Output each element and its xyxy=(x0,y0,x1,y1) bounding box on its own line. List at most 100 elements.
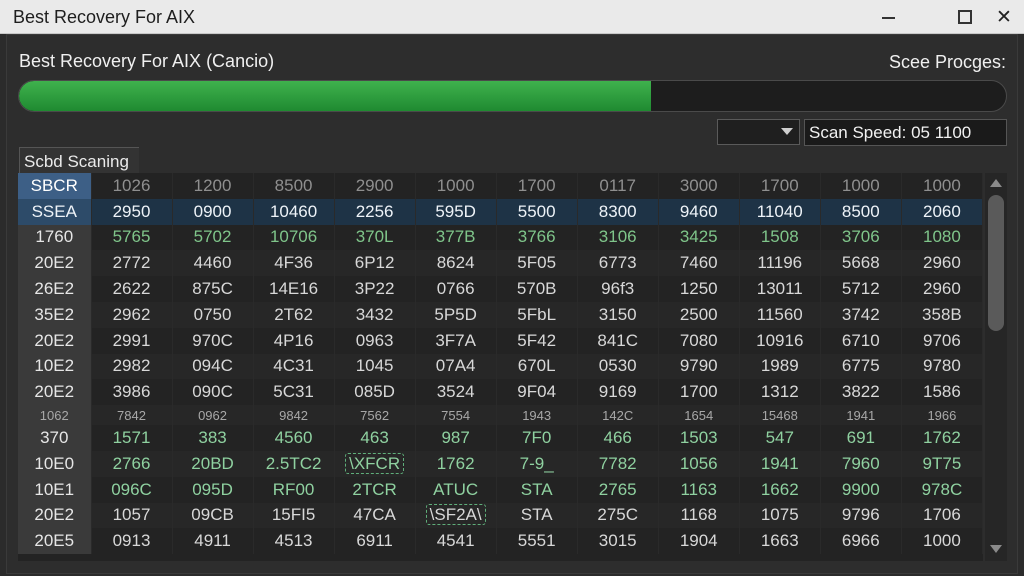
table-row[interactable]: 10E1 096C 095D RF00 2TCR ATUC STA 2765 1163 1662 9… xyxy=(18,476,983,503)
table-cell[interactable]: 1762 xyxy=(415,450,497,477)
table-cell[interactable]: 1163 xyxy=(658,476,740,503)
table-cell[interactable]: 1508 xyxy=(739,224,821,251)
table-cell[interactable]: 1762 xyxy=(901,425,983,451)
table-cell[interactable]: 2.5TC2 xyxy=(253,450,335,477)
table-cell[interactable]: 9706 xyxy=(901,327,983,354)
table-cell[interactable]: 15468 xyxy=(739,405,821,426)
table-cell[interactable]: 978C xyxy=(901,476,983,503)
table-cell[interactable]: 4C31 xyxy=(253,353,335,380)
table-cell[interactable]: 1966 xyxy=(901,405,983,426)
table-cell[interactable]: 1075 xyxy=(739,502,821,529)
table-cell[interactable]: 6710 xyxy=(820,327,902,354)
row-header-cell[interactable]: 26E2 xyxy=(18,276,92,302)
table-cell[interactable]: 1663 xyxy=(739,528,821,555)
table-cell[interactable]: 10460 xyxy=(253,198,335,225)
table-cell[interactable]: 9796 xyxy=(820,502,902,529)
row-header-cell[interactable]: SBCR xyxy=(18,173,92,199)
table-cell[interactable]: 9F04 xyxy=(496,379,578,406)
table-row[interactable]: 35E2 2962 0750 2T62 3432 5P5D 5FbL 3150 2500 1156… xyxy=(18,301,983,328)
table-cell[interactable]: 1654 xyxy=(658,405,740,426)
table-cell[interactable]: 4P16 xyxy=(253,327,335,354)
table-cell[interactable]: 1057 xyxy=(91,502,173,529)
row-header-cell[interactable]: 35E2 xyxy=(18,301,92,328)
table-cell[interactable]: 11040 xyxy=(739,198,821,225)
table-cell[interactable]: 370L xyxy=(334,224,416,251)
table-row[interactable]: 1760 5765 5702 10706 370L 377B 3766 3106 3425 150… xyxy=(18,224,983,251)
table-row[interactable]: 370 1571 383 4560 463 987 7F0 466 1503 547 691 1762 xyxy=(18,425,983,451)
table-cell[interactable]: 1080 xyxy=(901,224,983,251)
section-tab-label[interactable]: Scbd Scaning xyxy=(19,147,139,173)
table-cell[interactable]: 1000 xyxy=(415,173,497,199)
table-row[interactable]: 20E5 0913 4911 4513 6911 4541 5551 3015 1904 1663… xyxy=(18,528,983,555)
table-cell[interactable]: 4911 xyxy=(172,528,254,555)
table-cell[interactable]: 1045 xyxy=(334,353,416,380)
table-cell[interactable]: 9900 xyxy=(820,476,902,503)
table-cell[interactable]: 15FI5 xyxy=(253,502,335,529)
table-cell[interactable]: 1000 xyxy=(901,173,983,199)
table-cell[interactable]: 8500 xyxy=(820,198,902,225)
row-header-cell[interactable]: 10E2 xyxy=(18,353,92,380)
table-cell[interactable]: 1989 xyxy=(739,353,821,380)
table-cell[interactable]: 970C xyxy=(172,327,254,354)
table-cell[interactable]: 570B xyxy=(496,276,578,302)
table-cell[interactable]: 0913 xyxy=(91,528,173,555)
table-cell[interactable]: 085D xyxy=(334,379,416,406)
table-cell[interactable]: 1706 xyxy=(901,502,983,529)
table-cell[interactable]: 2T62 xyxy=(253,301,335,328)
table-cell[interactable]: 670L xyxy=(496,353,578,380)
table-row[interactable]: 10E2 2982 094C 4C31 1045 07A4 670L 0530 9790 1989… xyxy=(18,353,983,380)
table-cell[interactable]: 9842 xyxy=(253,405,335,426)
table-cell[interactable]: 7960 xyxy=(820,450,902,477)
table-cell[interactable]: 142C xyxy=(577,405,659,426)
row-header-cell[interactable]: 1760 xyxy=(18,224,92,251)
table-cell[interactable]: 6P12 xyxy=(334,250,416,277)
table-cell[interactable]: 5551 xyxy=(496,528,578,555)
table-cell[interactable]: 0900 xyxy=(172,198,254,225)
scan-data-grid[interactable]: SBCR 1026 1200 8500 2900 1000 1700 0117 3000 1700… xyxy=(18,173,983,561)
table-cell[interactable]: 466 xyxy=(577,425,659,451)
speed-dropdown[interactable] xyxy=(717,119,800,145)
table-cell[interactable]: 13011 xyxy=(739,276,821,302)
vertical-scrollbar[interactable] xyxy=(985,173,1007,561)
table-cell[interactable]: 463 xyxy=(334,425,416,451)
table-cell[interactable]: 2622 xyxy=(91,276,173,302)
table-cell[interactable]: 7842 xyxy=(91,405,173,426)
table-cell[interactable]: 2960 xyxy=(901,250,983,277)
table-cell[interactable]: 2772 xyxy=(91,250,173,277)
table-cell[interactable]: 20BD xyxy=(172,450,254,477)
table-cell[interactable]: 3706 xyxy=(820,224,902,251)
table-cell[interactable]: 1662 xyxy=(739,476,821,503)
table-cell[interactable]: 5F05 xyxy=(496,250,578,277)
table-cell[interactable]: STA xyxy=(496,502,578,529)
table-cell[interactable]: 2982 xyxy=(91,353,173,380)
table-cell[interactable]: 1312 xyxy=(739,379,821,406)
table-cell[interactable]: 6911 xyxy=(334,528,416,555)
row-header-cell[interactable]: 20E2 xyxy=(18,502,92,529)
table-cell[interactable]: 1503 xyxy=(658,425,740,451)
table-cell[interactable]: 11196 xyxy=(739,250,821,277)
table-cell[interactable]: 3524 xyxy=(415,379,497,406)
table-cell[interactable]: 1700 xyxy=(496,173,578,199)
scrollbar-thumb[interactable] xyxy=(988,195,1004,331)
table-cell[interactable]: 3106 xyxy=(577,224,659,251)
table-cell[interactable]: 4F36 xyxy=(253,250,335,277)
row-header-cell[interactable]: 20E2 xyxy=(18,379,92,406)
table-row[interactable]: 20E2 2991 970C 4P16 0963 3F7A 5F42 841C 7080 1091… xyxy=(18,327,983,354)
table-row[interactable]: 26E2 2622 875C 14E16 3P22 0766 570B 96f3 1250 130… xyxy=(18,276,983,302)
table-cell[interactable]: 7080 xyxy=(658,327,740,354)
table-cell[interactable]: 0530 xyxy=(577,353,659,380)
row-header-cell[interactable]: 10E1 xyxy=(18,476,92,503)
table-cell[interactable]: ATUC xyxy=(415,476,497,503)
table-cell[interactable]: 6773 xyxy=(577,250,659,277)
table-cell[interactable]: 4460 xyxy=(172,250,254,277)
table-cell[interactable]: 2TCR xyxy=(334,476,416,503)
table-cell[interactable]: 1000 xyxy=(901,528,983,555)
table-cell[interactable]: 09CB xyxy=(172,502,254,529)
table-cell[interactable]: 3766 xyxy=(496,224,578,251)
table-cell[interactable]: 7782 xyxy=(577,450,659,477)
table-cell[interactable]: 2765 xyxy=(577,476,659,503)
table-cell[interactable]: 1943 xyxy=(496,405,578,426)
table-cell[interactable]: 358B xyxy=(901,301,983,328)
table-cell[interactable]: 3425 xyxy=(658,224,740,251)
table-cell[interactable]: 0766 xyxy=(415,276,497,302)
